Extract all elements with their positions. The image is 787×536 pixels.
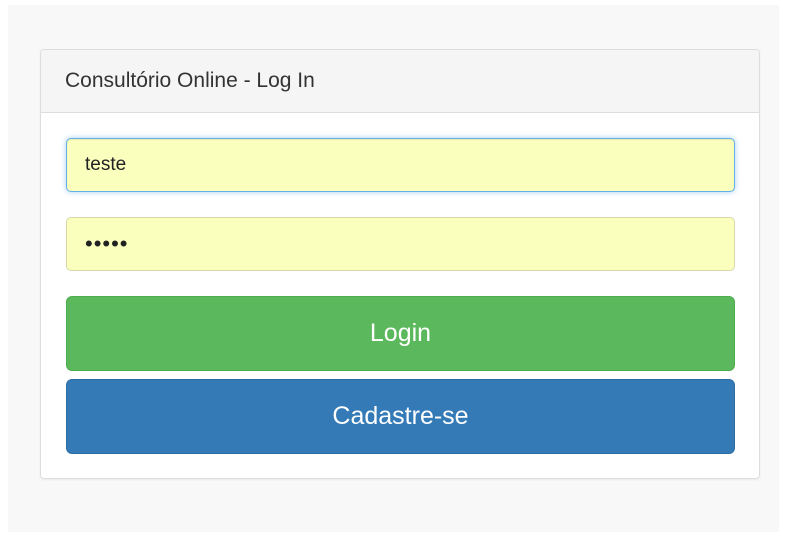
register-button[interactable]: Cadastre-se (66, 379, 735, 454)
username-input[interactable]: teste (66, 138, 735, 192)
password-mask: ••••• (85, 231, 129, 256)
register-button-label: Cadastre-se (332, 402, 469, 430)
login-panel: Consultório Online - Log In teste ••••• … (40, 49, 760, 479)
login-button-label: Login (369, 319, 432, 347)
password-input[interactable]: ••••• (66, 217, 735, 271)
panel-heading: Consultório Online - Log In (41, 50, 759, 113)
login-button[interactable]: Login (66, 296, 735, 371)
panel-title: Consultório Online - Log In (65, 69, 315, 92)
username-value: teste (85, 154, 127, 175)
